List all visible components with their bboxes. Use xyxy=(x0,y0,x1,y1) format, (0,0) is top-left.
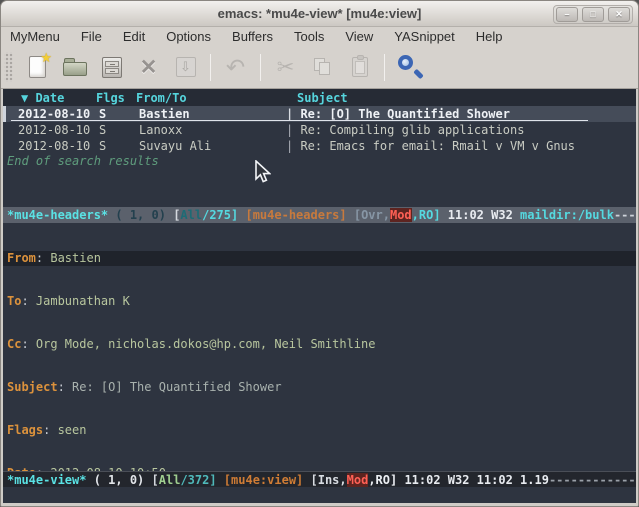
field-flags: Flags: seen xyxy=(3,423,636,438)
menu-buffers[interactable]: Buffers xyxy=(232,29,273,44)
row-from: Suvayu Ali xyxy=(139,139,286,153)
cut-icon: ✂ xyxy=(277,55,295,80)
message-row-selected[interactable]: 2012-08-10 S Bastien | Re: [O] The Quant… xyxy=(3,106,636,122)
modeline-count: /372] xyxy=(180,473,223,487)
search-button[interactable] xyxy=(392,50,427,85)
mu4e-view-pane: From: Bastien To: Jambunathan K Cc: Org … xyxy=(3,223,636,471)
modeline-count-all: All xyxy=(159,473,181,487)
modeline-status: [Ins, xyxy=(311,473,347,487)
subject-pipe: | xyxy=(286,139,300,153)
message-row[interactable]: 2012-08-10 S Lanoxx | Re: Compiling glib… xyxy=(3,122,636,138)
modeline-status: ,RO] xyxy=(412,208,448,222)
menu-view[interactable]: View xyxy=(345,29,373,44)
copy-icon xyxy=(313,57,333,77)
field-cc: Cc: Org Mode, nicholas.dokos@hp.com, Nei… xyxy=(3,337,636,352)
column-date[interactable]: ▼ Date xyxy=(3,91,96,105)
undo-icon: ↶ xyxy=(226,57,245,77)
end-of-search-results: End of search results xyxy=(7,154,159,168)
row-date: 2012-08-10 xyxy=(3,107,99,121)
save-icon: ⇩ xyxy=(176,57,196,77)
search-icon xyxy=(397,54,423,80)
paste-icon xyxy=(352,57,368,77)
modeline-status: [Ovr, xyxy=(354,208,390,222)
row-flags: S xyxy=(99,123,139,137)
minimize-button[interactable]: – xyxy=(556,7,578,22)
toolbar-separator xyxy=(210,54,211,81)
mu4e-headers-pane: ▼ Date Flgs From/To Subject 2012-08-10 S… xyxy=(3,89,636,207)
modeline-filler: ----------------------------------------… xyxy=(614,208,636,222)
menu-help[interactable]: Help xyxy=(476,29,503,44)
modeline-buffer-name: *mu4e-view* xyxy=(7,473,86,487)
modeline-major-mode: [mu4e-headers] xyxy=(245,208,353,222)
field-to: To: Jambunathan K xyxy=(3,294,636,309)
emacs-window: emacs: *mu4e-view* [mu4e:view] – □ ✕ MyM… xyxy=(0,0,639,507)
dired-button[interactable] xyxy=(94,50,129,85)
close-buffer-button[interactable]: ✕ xyxy=(131,50,166,85)
modeline-filler: ----------------------------------------… xyxy=(549,473,636,487)
tool-bar: ★ ✕ ⇩ ↶ ✂ xyxy=(1,46,638,89)
row-subject: | Re: Compiling glib applications xyxy=(286,123,636,137)
row-from: Lanoxx xyxy=(139,123,286,137)
message-row[interactable]: 2012-08-10 S Suvayu Ali | Re: Emacs for … xyxy=(3,138,636,154)
maximize-button[interactable]: □ xyxy=(582,7,604,22)
new-file-icon: ★ xyxy=(29,56,46,78)
undo-button[interactable]: ↶ xyxy=(218,50,253,85)
modeline-count-all: All xyxy=(180,208,202,222)
subject-pipe: | xyxy=(286,123,300,137)
echo-area-minibuffer[interactable] xyxy=(3,487,636,503)
subject-pipe: | xyxy=(286,107,300,121)
menu-edit[interactable]: Edit xyxy=(123,29,145,44)
view-mode-line: *mu4e-view* ( 1, 0) [All/372] [mu4e:view… xyxy=(3,471,636,487)
modeline-clock: 11:02 W32 xyxy=(448,208,520,222)
menu-yasnippet[interactable]: YASnippet xyxy=(394,29,454,44)
cut-button[interactable]: ✂ xyxy=(268,50,303,85)
column-from[interactable]: From/To xyxy=(136,91,283,105)
window-title: emacs: *mu4e-view* [mu4e:view] xyxy=(218,6,422,21)
modeline-coords: ( 1, 0) xyxy=(108,208,173,222)
menu-file[interactable]: File xyxy=(81,29,102,44)
modeline-modified-flag: Mod xyxy=(347,473,369,487)
row-subject: | Re: [O] The Quantified Shower xyxy=(286,107,636,121)
field-subject: Subject: Re: [O] The Quantified Shower xyxy=(3,380,636,395)
toolbar-separator xyxy=(260,54,261,81)
menu-tools[interactable]: Tools xyxy=(294,29,324,44)
menu-options[interactable]: Options xyxy=(166,29,211,44)
row-subject: | Re: Emacs for email: Rmail v VM v Gnus xyxy=(286,139,636,153)
modeline-maildir: maildir:/bulk xyxy=(520,208,614,222)
modeline-modified-flag: Mod xyxy=(390,208,412,222)
toolbar-separator xyxy=(384,54,385,81)
column-subject[interactable]: Subject xyxy=(283,91,636,105)
modeline-buffer-name: *mu4e-headers* xyxy=(7,208,108,222)
modeline-count: /275] xyxy=(202,208,245,222)
headers-mode-line: *mu4e-headers* ( 1, 0) [All/275] [mu4e-h… xyxy=(3,207,636,223)
modeline-status: ,RO] xyxy=(368,473,404,487)
menu-bar: MyMenu File Edit Options Buffers Tools V… xyxy=(1,27,638,46)
title-bar[interactable]: emacs: *mu4e-view* [mu4e:view] – □ ✕ xyxy=(1,1,638,27)
dired-cabinet-icon xyxy=(102,57,122,78)
open-file-button[interactable] xyxy=(57,50,92,85)
menu-mymenu[interactable]: MyMenu xyxy=(10,29,60,44)
row-flags: S xyxy=(99,139,139,153)
copy-button[interactable] xyxy=(305,50,340,85)
close-buffer-icon: ✕ xyxy=(140,55,158,80)
modeline-bracket: [ xyxy=(152,473,159,487)
modeline-coords: ( 1, 0) xyxy=(86,473,151,487)
save-button[interactable]: ⇩ xyxy=(168,50,203,85)
toolbar-grip-handle[interactable] xyxy=(4,52,13,82)
headers-column-row: ▼ Date Flgs From/To Subject xyxy=(3,89,636,106)
column-flags[interactable]: Flgs xyxy=(96,91,136,105)
modeline-major-mode: [mu4e:view] xyxy=(224,473,311,487)
close-button[interactable]: ✕ xyxy=(608,7,630,22)
open-folder-icon xyxy=(63,58,87,77)
field-from: From: Bastien xyxy=(3,251,636,266)
modeline-clock: 11:02 W32 11:02 1.19 xyxy=(404,473,549,487)
row-flags: S xyxy=(99,107,139,121)
window-controls: – □ ✕ xyxy=(553,5,633,24)
emacs-frame: ▼ Date Flgs From/To Subject 2012-08-10 S… xyxy=(1,89,638,506)
row-from: Bastien xyxy=(139,107,286,121)
row-date: 2012-08-10 xyxy=(3,123,99,137)
paste-button[interactable] xyxy=(342,50,377,85)
row-date: 2012-08-10 xyxy=(3,139,99,153)
new-file-button[interactable]: ★ xyxy=(20,50,55,85)
